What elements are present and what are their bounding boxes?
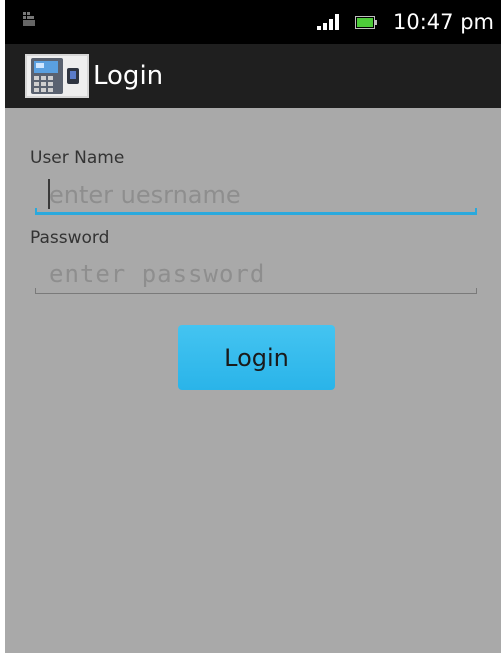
- text-caret: [48, 179, 50, 209]
- status-bar: 10:47 pm: [5, 0, 501, 44]
- username-field[interactable]: [35, 177, 477, 217]
- notification-icon: [23, 12, 35, 26]
- password-label: Password: [30, 228, 110, 248]
- username-underline: [35, 208, 477, 215]
- attendance-device-icon[interactable]: [25, 54, 89, 98]
- phone-screen: 10:47 pm Login User Name enter uesrname …: [5, 0, 501, 653]
- signal-icon: [317, 14, 339, 30]
- username-label: User Name: [30, 148, 125, 168]
- username-input[interactable]: [35, 177, 477, 213]
- login-form: User Name Password Login: [5, 108, 501, 653]
- password-input[interactable]: [35, 256, 477, 292]
- battery-icon: [355, 16, 377, 29]
- status-clock: 10:47 pm: [393, 10, 494, 34]
- password-field[interactable]: [35, 256, 477, 296]
- page-title: Login: [93, 61, 164, 91]
- password-underline: [35, 288, 477, 294]
- login-button[interactable]: Login: [178, 325, 335, 390]
- action-bar: Login: [5, 44, 501, 108]
